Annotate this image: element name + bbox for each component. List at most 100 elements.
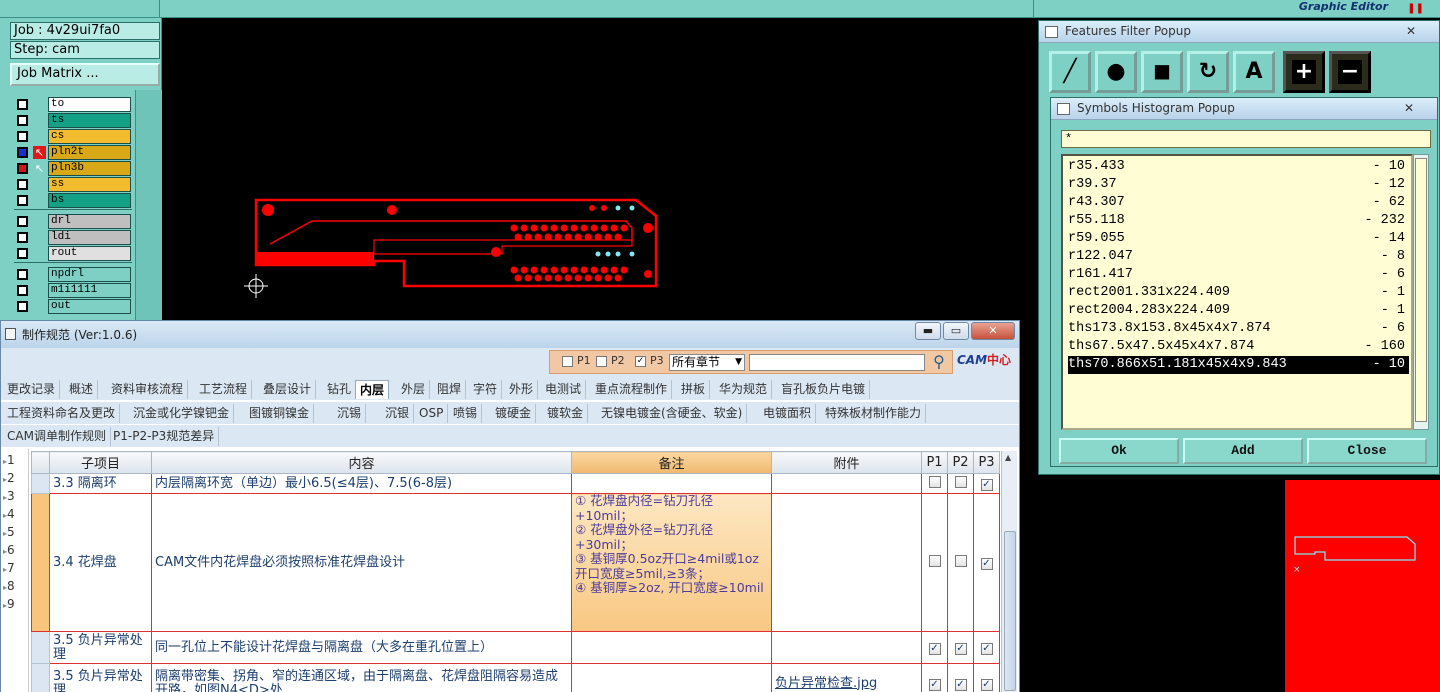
column-header-item[interactable]: 子项目 bbox=[49, 451, 152, 474]
tab-沉银[interactable]: 沉银 bbox=[381, 404, 415, 423]
cell-p1[interactable] bbox=[921, 473, 948, 494]
layer-row-bs[interactable]: bs bbox=[14, 193, 132, 208]
layer-checkbox[interactable] bbox=[17, 163, 28, 174]
row-index-item[interactable]: ▸1 bbox=[3, 453, 15, 467]
row-index-item[interactable]: ▸2 bbox=[3, 471, 15, 485]
row-index-item[interactable]: ▸5 bbox=[3, 525, 15, 539]
p3-checkbox[interactable]: ✓ bbox=[980, 642, 993, 655]
symbol-list-item[interactable]: rect2001.331x224.409 - 1 bbox=[1068, 284, 1409, 302]
cell-content[interactable]: 内层隔离环宽（单边）最小6.5(≤4层)、7.5(6-8层) bbox=[151, 473, 572, 494]
graphic-canvas[interactable] bbox=[162, 18, 1034, 320]
layer-name[interactable]: pln3b bbox=[48, 161, 131, 176]
job-matrix-button[interactable]: Job Matrix ... bbox=[10, 63, 160, 86]
arc-filter-button[interactable]: ↻ bbox=[1187, 51, 1229, 93]
symbol-list[interactable]: r35.433 - 10 r39.37 - 12 r43.307 - 62 r55.118 -… bbox=[1061, 154, 1413, 430]
cell-p3[interactable]: ✓ bbox=[973, 473, 1000, 494]
maximize-button[interactable]: ▭ bbox=[943, 322, 969, 340]
negative-polarity-filter-button[interactable]: − bbox=[1329, 51, 1371, 93]
layer-checkbox[interactable] bbox=[17, 248, 28, 259]
tab-外形[interactable]: 外形 bbox=[505, 380, 539, 399]
column-header-p1[interactable]: P1 bbox=[921, 451, 948, 474]
tab-OSP[interactable]: OSP bbox=[415, 404, 449, 423]
layer-row-rout[interactable]: rout bbox=[14, 246, 132, 261]
layer-name[interactable]: drl bbox=[48, 214, 131, 229]
tab-盲孔板负片电镀[interactable]: 盲孔板负片电镀 bbox=[777, 380, 871, 399]
tab-沉锡[interactable]: 沉锡 bbox=[333, 404, 367, 423]
tab-更改记录[interactable]: 更改记录 bbox=[3, 380, 61, 399]
row-gutter[interactable] bbox=[31, 663, 50, 692]
symbol-list-scrollbar[interactable] bbox=[1413, 154, 1429, 430]
p1-checkbox[interactable] bbox=[928, 554, 941, 567]
cell-note[interactable] bbox=[571, 663, 772, 692]
layer-name[interactable]: ldi bbox=[48, 230, 131, 245]
layer-checkbox[interactable] bbox=[17, 131, 28, 142]
cell-p1[interactable] bbox=[921, 493, 948, 632]
layer-row-pln3b[interactable]: ↖ pln3b bbox=[14, 161, 132, 176]
row-index-item[interactable]: ▸6 bbox=[3, 543, 15, 557]
tab-喷锡[interactable]: 喷锡 bbox=[449, 404, 483, 423]
p3-checkbox[interactable]: ✓ bbox=[980, 557, 993, 570]
scroll-up-icon[interactable]: ▲ bbox=[1005, 453, 1011, 462]
row-gutter[interactable] bbox=[31, 473, 50, 494]
add-button[interactable]: Add bbox=[1183, 438, 1303, 464]
cell-note[interactable] bbox=[571, 631, 772, 664]
symbol-list-item[interactable]: r39.37 - 12 bbox=[1068, 176, 1409, 194]
symbol-list-item[interactable]: r122.047 - 8 bbox=[1068, 248, 1409, 266]
tab-CAM调单制作规则[interactable]: CAM调单制作规则 bbox=[3, 427, 111, 446]
p2-checkbox[interactable] bbox=[954, 475, 967, 488]
cell-p1[interactable]: ✓ bbox=[921, 631, 948, 664]
layer-checkbox[interactable] bbox=[17, 285, 28, 296]
cell-p3[interactable]: ✓ bbox=[973, 663, 1000, 692]
close-button[interactable]: ✕ bbox=[971, 322, 1015, 340]
chapter-select[interactable]: 所有章节 ▼ bbox=[669, 354, 745, 371]
layer-row-pln2t[interactable]: ↖ pln2t bbox=[14, 145, 132, 160]
tab-资料审核流程[interactable]: 资料审核流程 bbox=[107, 380, 189, 399]
symbol-list-item[interactable]: ths173.8x153.8x45x4x7.874 - 6 bbox=[1068, 320, 1409, 338]
tab-图镀铜镍金[interactable]: 图镀铜镍金 bbox=[245, 404, 315, 423]
pause-icon[interactable]: ❚❚ bbox=[1407, 3, 1424, 14]
layer-row-ss[interactable]: ss bbox=[14, 177, 132, 192]
layer-row-m1i1111[interactable]: m1i1111 bbox=[14, 283, 132, 298]
layer-row-npdrl[interactable]: npdrl bbox=[14, 267, 132, 282]
symbol-list-item[interactable]: r55.118 - 232 bbox=[1068, 212, 1409, 230]
p2-filter-checkbox[interactable] bbox=[596, 356, 607, 367]
row-index-item[interactable]: ▸7 bbox=[3, 561, 15, 575]
layer-checkbox[interactable] bbox=[17, 179, 28, 190]
layer-name[interactable]: m1i1111 bbox=[48, 283, 131, 298]
cell-p2[interactable]: ✓ bbox=[947, 631, 974, 664]
row-index-item[interactable]: ▸8 bbox=[3, 579, 15, 593]
layer-checkbox[interactable] bbox=[17, 147, 28, 158]
p3-filter-checkbox[interactable]: ✓ bbox=[635, 356, 646, 367]
layer-name[interactable]: to bbox=[48, 97, 131, 112]
p2-checkbox[interactable]: ✓ bbox=[954, 678, 967, 691]
layer-name[interactable]: ss bbox=[48, 177, 131, 192]
layer-checkbox[interactable] bbox=[17, 301, 28, 312]
symbol-list-item[interactable]: ths70.866x51.181x45x4x9.843 - 10 bbox=[1068, 356, 1409, 374]
layer-row-to[interactable]: to bbox=[14, 97, 132, 112]
column-header-note[interactable]: 备注 bbox=[571, 451, 772, 474]
cell-p1[interactable]: ✓ bbox=[921, 663, 948, 692]
cell-item[interactable]: 3.3 隔离环 bbox=[49, 473, 152, 494]
layer-row-ts[interactable]: ts bbox=[14, 113, 132, 128]
layer-name[interactable]: rout bbox=[48, 246, 131, 261]
tab-重点流程制作[interactable]: 重点流程制作 bbox=[591, 380, 673, 399]
layer-row-ldi[interactable]: ldi bbox=[14, 230, 132, 245]
p3-checkbox[interactable]: ✓ bbox=[980, 678, 993, 691]
symbol-list-item[interactable]: r43.307 - 62 bbox=[1068, 194, 1409, 212]
cell-attachment[interactable]: 负片异常检查.jpg bbox=[771, 663, 922, 692]
cell-p2[interactable] bbox=[947, 473, 974, 494]
column-header-content[interactable]: 内容 bbox=[151, 451, 572, 474]
symbol-list-item[interactable]: ths67.5x47.5x45x4x7.874 - 160 bbox=[1068, 338, 1409, 356]
tab-外层[interactable]: 外层 bbox=[397, 380, 431, 399]
cell-item[interactable]: 3.4 花焊盘 bbox=[49, 493, 152, 632]
tab-无镍电镀金(含硬金、软金)[interactable]: 无镍电镀金(含硬金、软金) bbox=[597, 404, 748, 423]
cell-attachment[interactable] bbox=[771, 631, 922, 664]
symbol-list-item[interactable]: r35.433 - 10 bbox=[1068, 158, 1409, 176]
p2-checkbox[interactable]: ✓ bbox=[954, 642, 967, 655]
text-filter-button[interactable]: A bbox=[1233, 51, 1275, 93]
p1-checkbox[interactable] bbox=[928, 475, 941, 488]
layer-name[interactable]: npdrl bbox=[48, 267, 131, 282]
cell-p3[interactable]: ✓ bbox=[973, 631, 1000, 664]
layer-row-drl[interactable]: drl bbox=[14, 214, 132, 229]
overview-panel[interactable]: × bbox=[1285, 480, 1440, 692]
